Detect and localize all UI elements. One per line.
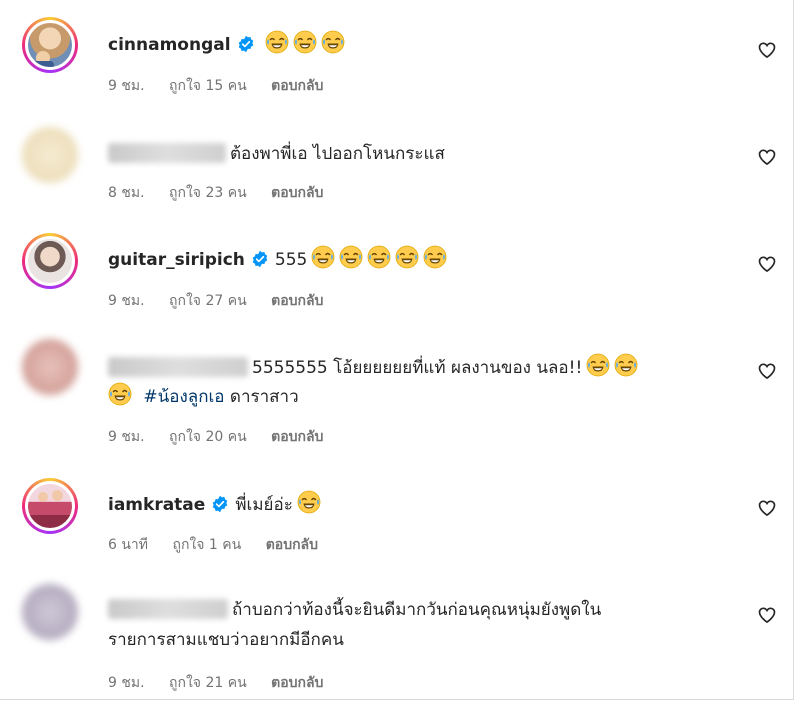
comment-username[interactable]: cinnamongal bbox=[108, 35, 231, 55]
emoji-group bbox=[307, 245, 447, 270]
face-with-tears-of-joy-icon bbox=[339, 245, 363, 277]
comment-likes[interactable]: ถูกใจ 20 คน bbox=[169, 429, 247, 445]
face-with-tears-of-joy-icon bbox=[311, 245, 335, 277]
face-with-tears-of-joy-icon bbox=[367, 245, 391, 277]
heart-outline-icon[interactable] bbox=[757, 40, 779, 62]
emoji-group bbox=[261, 30, 345, 55]
comment-text: ดาราสาว bbox=[229, 387, 299, 407]
face-with-tears-of-joy-icon bbox=[586, 353, 610, 385]
emoji-group bbox=[293, 490, 321, 515]
avatar[interactable] bbox=[22, 17, 78, 73]
heart-outline-icon[interactable] bbox=[757, 147, 779, 169]
avatar[interactable] bbox=[22, 339, 78, 395]
comment-likes[interactable]: ถูกใจ 27 คน bbox=[169, 293, 247, 309]
emoji-lead bbox=[108, 382, 138, 407]
comment-text: พี่เมย์อ่ะ bbox=[235, 495, 293, 515]
face-with-tears-of-joy-icon bbox=[321, 30, 345, 62]
face-with-tears-of-joy-icon bbox=[423, 245, 447, 277]
avatar[interactable] bbox=[22, 127, 78, 183]
heart-outline-icon[interactable] bbox=[757, 498, 779, 520]
comment-text: รายการสามแชบว่าอยากมีอีกคน bbox=[108, 630, 344, 650]
avatar[interactable] bbox=[22, 233, 78, 289]
heart-outline-icon[interactable] bbox=[757, 605, 779, 627]
face-with-tears-of-joy-icon bbox=[108, 382, 132, 414]
comment-time: 9 ชม. bbox=[108, 78, 145, 94]
comment-time: 9 ชม. bbox=[108, 429, 145, 445]
reply-button[interactable]: ตอบกลับ bbox=[271, 429, 323, 445]
verified-badge-icon bbox=[211, 495, 229, 521]
reply-button[interactable]: ตอบกลับ bbox=[271, 185, 323, 201]
comment-username[interactable]: iamkratae bbox=[108, 495, 205, 515]
reply-button[interactable]: ตอบกลับ bbox=[271, 675, 323, 691]
hashtag-link[interactable]: #น้องลูกเอ bbox=[143, 387, 224, 407]
reply-button[interactable]: ตอบกลับ bbox=[271, 78, 323, 94]
avatar[interactable] bbox=[22, 584, 78, 640]
verified-badge-icon bbox=[237, 35, 255, 61]
comment-time: 9 ชม. bbox=[108, 293, 145, 309]
face-with-tears-of-joy-icon bbox=[395, 245, 419, 277]
face-with-tears-of-joy-icon bbox=[293, 30, 317, 62]
reply-button[interactable]: ตอบกลับ bbox=[266, 537, 318, 553]
comment-likes[interactable]: ถูกใจ 23 คน bbox=[169, 185, 247, 201]
comment-time: 6 นาที bbox=[108, 537, 149, 553]
blurred-username[interactable] bbox=[108, 143, 226, 163]
face-with-tears-of-joy-icon bbox=[265, 30, 289, 62]
comment-text: ต้องพาพี่เอ ไปออกโหนกระแส bbox=[230, 144, 445, 164]
reply-button[interactable]: ตอบกลับ bbox=[271, 293, 323, 309]
comment-text: ถ้าบอกว่าท้องนี้จะยินดีมากวันก่อนคุณหนุ่… bbox=[232, 600, 602, 620]
comment-likes[interactable]: ถูกใจ 1 คน bbox=[172, 537, 241, 553]
comment-username[interactable]: guitar_siripich bbox=[108, 250, 245, 270]
comment-text: 5555555 โอ้ยยยยยยที่แท้ ผลงานของ นลอ!! bbox=[252, 358, 583, 378]
comment-text: 555 bbox=[274, 250, 308, 270]
emoji-group bbox=[582, 353, 638, 378]
avatar[interactable] bbox=[22, 478, 78, 534]
heart-outline-icon[interactable] bbox=[757, 254, 779, 276]
face-with-tears-of-joy-icon bbox=[614, 353, 638, 385]
comment-time: 9 ชม. bbox=[108, 675, 145, 691]
verified-badge-icon bbox=[251, 250, 269, 276]
blurred-username[interactable] bbox=[108, 357, 248, 377]
heart-outline-icon[interactable] bbox=[757, 361, 779, 383]
comments-panel: cinnamongal 9 ชม. ถูกใจ 15 คน ตอบกลับ ต้… bbox=[0, 0, 794, 700]
face-with-tears-of-joy-icon bbox=[297, 490, 321, 522]
blurred-username[interactable] bbox=[108, 599, 228, 619]
comment-likes[interactable]: ถูกใจ 15 คน bbox=[169, 78, 247, 94]
comment-likes[interactable]: ถูกใจ 21 คน bbox=[169, 675, 247, 691]
comment-time: 8 ชม. bbox=[108, 185, 145, 201]
